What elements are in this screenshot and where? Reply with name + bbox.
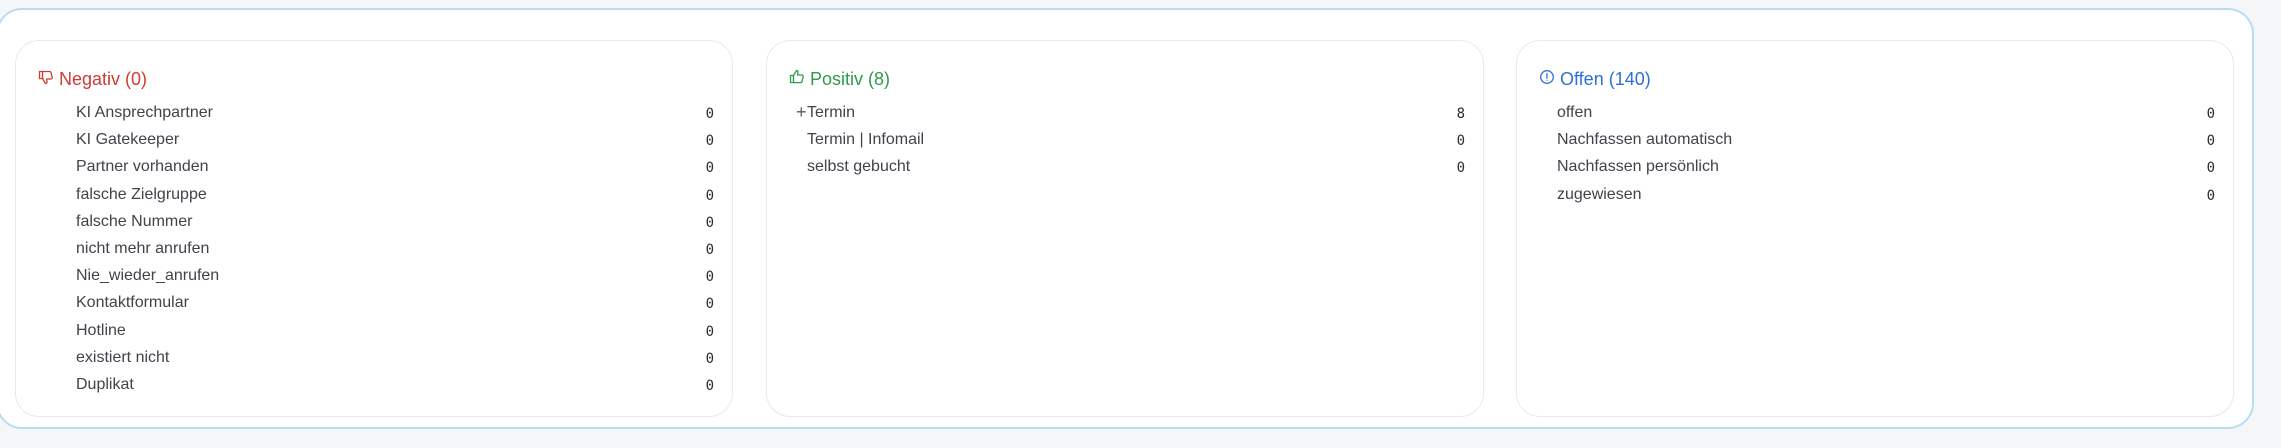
open-panel-title: Offen (140): [1539, 67, 1651, 91]
item-label: selbst gebucht: [807, 158, 911, 176]
item-count: 0: [2206, 106, 2215, 122]
item-count: 0: [705, 269, 714, 286]
thumbs-down-icon: [38, 67, 54, 91]
open-list: offen 0 Nachfassen automatisch 0 Nachfassen …: [1517, 99, 2233, 208]
item-label: falsche Zielgruppe: [76, 185, 207, 203]
item-count: 0: [705, 187, 714, 204]
item-count: 0: [2206, 133, 2215, 150]
negative-panel-title: Negativ (0): [38, 67, 147, 91]
list-item[interactable]: offen 0: [1517, 99, 2233, 126]
list-item[interactable]: falsche Nummer 0: [16, 208, 732, 235]
item-label: Kontaktformular: [76, 294, 189, 312]
negative-panel: Negativ (0) KI Ansprechpartner 0 KI Gateke…: [15, 40, 733, 417]
item-count: 0: [705, 323, 714, 340]
item-label: Hotline: [76, 321, 126, 339]
item-label: KI Ansprechpartner: [76, 104, 213, 121]
item-count: 0: [705, 133, 714, 150]
list-item[interactable]: falsche Zielgruppe 0: [16, 181, 732, 208]
list-item[interactable]: KI Gatekeeper 0: [16, 126, 732, 153]
plus-icon[interactable]: +: [796, 101, 807, 123]
item-count: 0: [705, 160, 714, 177]
item-label: Nie_wieder_anrufen: [76, 267, 220, 285]
list-item[interactable]: Nachfassen automatisch 0: [1517, 126, 2233, 153]
open-panel: Offen (140) offen 0 Nachfassen automatisch…: [1516, 40, 2234, 417]
positive-panel: Positiv (8) + Termin 8 Termin | Infomail 0 se…: [766, 40, 1484, 417]
list-item[interactable]: Duplikat 0: [16, 371, 732, 398]
list-item[interactable]: Kontaktformular 0: [16, 289, 732, 316]
item-label: Termin: [807, 104, 856, 121]
item-count: 0: [705, 377, 714, 394]
item-label: existiert nicht: [76, 348, 170, 366]
item-label: KI Gatekeeper: [76, 131, 180, 149]
item-label: Termin | Infomail: [807, 131, 925, 149]
item-label: Nachfassen persönlich: [1557, 158, 1719, 176]
status-overview-card: Negativ (0) KI Ansprechpartner 0 KI Gateke…: [0, 8, 2254, 429]
info-circle-icon: [1539, 67, 1555, 91]
list-item[interactable]: existiert nicht 0: [16, 344, 732, 371]
item-label: zugewiesen: [1557, 185, 1642, 203]
item-count: 0: [705, 214, 714, 231]
list-item[interactable]: Nie_wieder_anrufen 0: [16, 262, 732, 289]
list-item[interactable]: selbst gebucht 0: [767, 153, 1483, 180]
item-count: 8: [1456, 106, 1465, 122]
item-count: 0: [2206, 160, 2215, 177]
list-item[interactable]: + Termin 8: [767, 99, 1483, 126]
list-item[interactable]: Termin | Infomail 0: [767, 126, 1483, 153]
list-item[interactable]: zugewiesen 0: [1517, 181, 2233, 208]
list-item[interactable]: Hotline 0: [16, 317, 732, 344]
negative-title-text: Negativ (0): [59, 69, 148, 89]
item-label: offen: [1557, 104, 1593, 121]
item-count: 0: [705, 350, 714, 367]
item-label: Partner vorhanden: [76, 158, 209, 176]
negative-list: KI Ansprechpartner 0 KI Gatekeeper 0 Partner…: [16, 99, 732, 398]
item-label: nicht mehr anrufen: [76, 239, 210, 257]
item-count: 0: [2206, 187, 2215, 204]
item-count: 0: [705, 296, 714, 313]
list-item[interactable]: Partner vorhanden 0: [16, 153, 732, 180]
item-label: Nachfassen automatisch: [1557, 131, 1733, 149]
positive-panel-title: Positiv (8): [789, 67, 890, 91]
list-item[interactable]: KI Ansprechpartner 0: [16, 99, 732, 126]
item-count: 0: [1456, 133, 1465, 150]
item-count: 0: [1456, 160, 1465, 177]
list-item[interactable]: nicht mehr anrufen 0: [16, 235, 732, 262]
item-label: falsche Nummer: [76, 212, 193, 230]
open-title-text: Offen (140): [1560, 69, 1651, 89]
list-item[interactable]: Nachfassen persönlich 0: [1517, 153, 2233, 180]
item-count: 0: [705, 106, 714, 122]
thumbs-up-icon: [789, 67, 805, 91]
positive-title-text: Positiv (8): [810, 69, 891, 89]
positive-list: + Termin 8 Termin | Infomail 0 selbst gebucht…: [767, 99, 1483, 181]
item-count: 0: [705, 241, 714, 258]
item-label: Duplikat: [76, 375, 134, 393]
